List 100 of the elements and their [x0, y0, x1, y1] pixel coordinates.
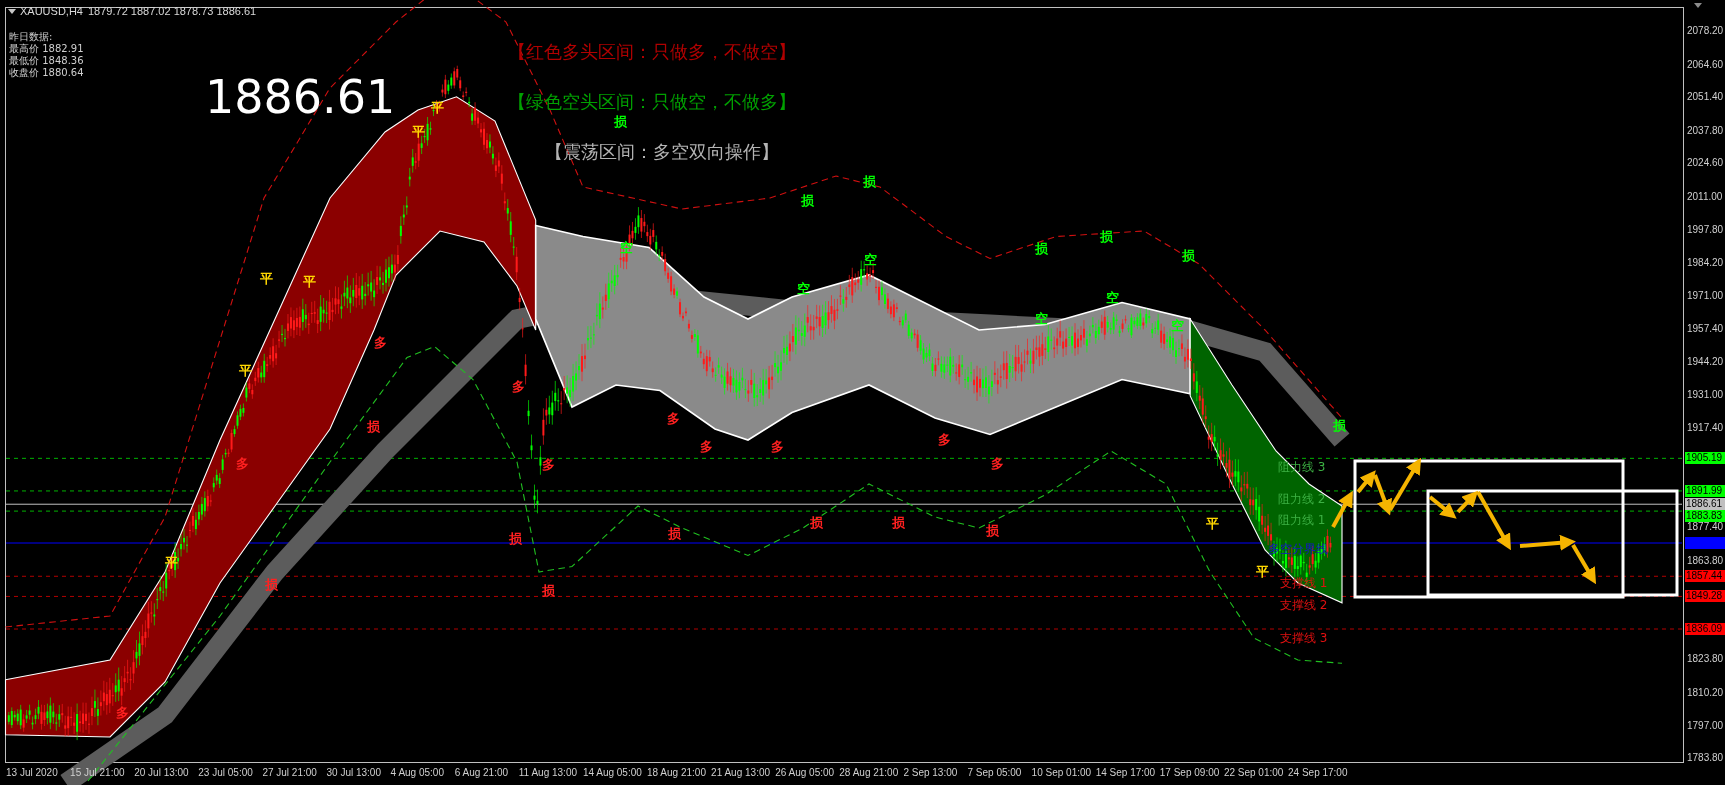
time-tick-label: 26 Aug 05:00: [775, 767, 835, 778]
price-tick-label: 2051.40: [1687, 90, 1724, 104]
price-tick-label: 1810.20: [1687, 685, 1724, 699]
signal-marker: 空: [1171, 317, 1184, 333]
signal-marker: 损: [366, 418, 380, 434]
level-line-label: 阻力线 3: [1278, 459, 1326, 476]
price-tick-label: 1931.00: [1687, 387, 1724, 401]
signal-marker: 多: [116, 704, 130, 720]
signal-marker: 平: [1206, 515, 1220, 531]
price-tick-label: 1997.80: [1687, 222, 1724, 236]
signal-marker: 空: [1106, 290, 1120, 306]
signal-marker: 损: [1332, 417, 1346, 433]
zone-legend-text: 【震荡区间：多空双向操作】: [545, 140, 779, 164]
signal-marker: 多: [541, 457, 555, 473]
signal-marker: 平: [164, 555, 178, 571]
signal-marker: 多: [667, 411, 681, 427]
price-tick-label: 2024.60: [1687, 156, 1724, 170]
daily-data-text: 最低价 1848.36: [9, 55, 84, 66]
signal-marker: 平: [260, 271, 274, 287]
signal-marker: 损: [668, 525, 682, 541]
price-tag: 1883.83: [1685, 510, 1725, 523]
time-tick-label: 4 Aug 05:00: [390, 767, 444, 778]
price-tick-label: 2078.20: [1687, 24, 1724, 37]
time-tick-label: 24 Sep 17:00: [1288, 767, 1348, 778]
signal-marker: 损: [541, 582, 555, 598]
time-tick-label: 13 Jul 2020: [6, 767, 58, 778]
price-tick-label: 1984.20: [1687, 256, 1724, 270]
price-tick-label: 2011.00: [1687, 189, 1723, 203]
symbol-label: XAUUSD,H4: [20, 5, 83, 17]
triangle-icon: [1694, 3, 1702, 8]
time-tick-label: 30 Jul 13:00: [326, 767, 381, 778]
signal-marker: 损: [810, 514, 824, 530]
signal-marker: 空: [864, 251, 878, 267]
level-line-label: 阻力线 1: [1278, 512, 1326, 529]
price-tag: 1905.19: [1685, 452, 1725, 465]
price-tag: 1836.09: [1685, 623, 1725, 635]
time-tick-label: 15 Jul 21:00: [70, 767, 125, 778]
signal-marker: 平: [412, 124, 425, 139]
time-tick-label: 6 Aug 21:00: [454, 767, 509, 778]
price-tick-label: 1917.40: [1687, 421, 1724, 435]
daily-data-text: 收盘价 1880.64: [9, 67, 84, 78]
zone-legend-text: 【绿色空头区间：只做空，不做多】: [508, 90, 796, 114]
signal-marker: 损: [508, 531, 522, 546]
price-tick-label: 1944.20: [1687, 354, 1724, 368]
time-tick-label: 10 Sep 01:00: [1031, 767, 1092, 778]
signal-marker: 平: [239, 362, 253, 378]
time-tick-label: 22 Sep 01:00: [1223, 767, 1284, 778]
signal-marker: 损: [264, 577, 278, 593]
time-tick-label: 23 Jul 05:00: [198, 767, 253, 778]
time-tick-label: 11 Aug 13:00: [518, 767, 577, 778]
time-tick-label: 7 Sep 05:00: [967, 767, 1022, 778]
signal-marker: 多: [373, 335, 387, 351]
time-tick-label: 28 Aug 21:00: [839, 767, 899, 778]
signal-marker: 损: [1182, 248, 1195, 264]
signal-marker: 损: [801, 193, 815, 209]
time-tick-label: 27 Jul 21:00: [262, 767, 317, 778]
time-tick-label: 14 Aug 05:00: [582, 767, 642, 778]
signal-marker: 损: [1034, 240, 1048, 256]
time-tick-label: 17 Sep 09:00: [1159, 767, 1220, 778]
signal-marker: 多: [937, 432, 951, 447]
signal-marker: 多: [512, 379, 526, 395]
level-line-label: 支撑线 3: [1280, 630, 1328, 647]
signal-marker: 损: [863, 173, 876, 189]
price-tag: 1849.28: [1685, 590, 1725, 603]
signal-marker: 损: [891, 514, 905, 530]
time-tick-label: 14 Sep 17:00: [1095, 767, 1156, 778]
price-tick-label: 2064.60: [1687, 57, 1724, 71]
signal-marker: 平: [1255, 564, 1269, 579]
signal-marker: 平: [303, 273, 317, 289]
price-tick-label: 1797.00: [1687, 718, 1724, 732]
price-tag: 1886.61: [1685, 498, 1725, 511]
price-tick-label: 1783.80: [1687, 751, 1724, 765]
daily-data-text: 最高价 1882.91: [9, 43, 84, 54]
price-tag: 1857.44: [1685, 570, 1725, 583]
time-tick-label: 18 Aug 21:00: [647, 767, 706, 778]
time-tick-label: 20 Jul 13:00: [134, 767, 189, 778]
signal-marker: 损: [1099, 228, 1113, 244]
current-price: 1886.61: [205, 70, 396, 124]
signal-marker: 多: [990, 456, 1004, 472]
price-tick-label: 1823.80: [1687, 652, 1724, 666]
level-line-label: 阻力线 2: [1278, 491, 1326, 508]
level-line-label: 支撑线 2: [1280, 597, 1328, 614]
price-tick-label: 2037.80: [1687, 123, 1724, 137]
signal-marker: 多: [236, 456, 249, 472]
ohlc-values: 1879.72 1887.02 1878.73 1886.61: [88, 5, 257, 17]
zone-legend-text: 【红色多头区间：只做多，不做空】: [508, 40, 796, 64]
price-tick-label: 1957.40: [1687, 322, 1724, 336]
time-tick-label: 2 Sep 13:00: [903, 767, 958, 778]
time-tick-label: 21 Aug 13:00: [711, 767, 771, 778]
signal-marker: 多: [700, 438, 714, 454]
signal-marker: 多: [770, 438, 784, 454]
price-tick-label: 1971.00: [1687, 288, 1724, 302]
signal-marker: 损: [614, 114, 628, 130]
signal-marker: 空: [797, 281, 810, 297]
price-tick-label: 1863.80: [1687, 553, 1724, 567]
signal-marker: 损: [986, 523, 1000, 539]
price-tag: 1891.99: [1685, 484, 1725, 497]
dropdown-icon[interactable]: [8, 9, 16, 14]
signal-marker: 空: [619, 239, 633, 255]
daily-data-text: 昨日数据:: [9, 31, 54, 42]
